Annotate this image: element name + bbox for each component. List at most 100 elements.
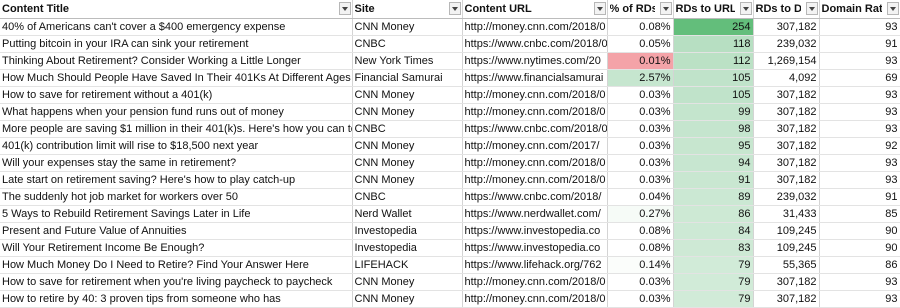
cell-pct-rds[interactable]: 0.03% (607, 103, 674, 121)
cell-pct-rds[interactable]: 0.03% (607, 273, 674, 291)
cell-site[interactable]: Financial Samurai (352, 69, 463, 87)
cell-rds-to-domain[interactable]: 4,092 (753, 69, 820, 87)
cell-rds-to-url[interactable]: 105 (673, 86, 754, 104)
cell-site[interactable]: CNBC (352, 35, 463, 53)
filter-dropdown-icon[interactable] (886, 2, 899, 15)
cell-url[interactable]: http://money.cnn.com/2018/0 (462, 86, 608, 104)
cell-rds-to-url[interactable]: 112 (673, 52, 754, 70)
cell-pct-rds[interactable]: 0.03% (607, 120, 674, 138)
cell-rds-to-url[interactable]: 86 (673, 205, 754, 223)
cell-title[interactable]: How Much Money Do I Need to Retire? Find… (0, 256, 353, 274)
cell-rds-to-domain[interactable]: 1,269,154 (753, 52, 820, 70)
cell-domain-rating[interactable]: 93 (819, 103, 900, 121)
cell-url[interactable]: http://money.cnn.com/2018/0 (462, 171, 608, 189)
cell-pct-rds[interactable]: 0.08% (607, 222, 674, 240)
cell-site[interactable]: CNN Money (352, 137, 463, 155)
cell-rds-to-url[interactable]: 91 (673, 171, 754, 189)
cell-rds-to-url[interactable]: 118 (673, 35, 754, 53)
filter-dropdown-icon[interactable] (338, 2, 351, 15)
cell-title[interactable]: Will Your Retirement Income Be Enough? (0, 239, 353, 257)
filter-dropdown-icon[interactable] (593, 2, 606, 15)
cell-rds-to-domain[interactable]: 307,182 (753, 86, 820, 104)
cell-pct-rds[interactable]: 0.08% (607, 239, 674, 257)
cell-rds-to-domain[interactable]: 55,365 (753, 256, 820, 274)
cell-site[interactable]: CNN Money (352, 154, 463, 172)
cell-pct-rds[interactable]: 0.05% (607, 35, 674, 53)
cell-url[interactable]: https://www.nerdwallet.com/ (462, 205, 608, 223)
cell-site[interactable]: CNN Money (352, 86, 463, 104)
cell-site[interactable]: CNN Money (352, 103, 463, 121)
cell-url[interactable]: https://www.financialsamurai (462, 69, 608, 87)
cell-domain-rating[interactable]: 93 (819, 18, 900, 36)
cell-site[interactable]: Investopedia (352, 239, 463, 257)
cell-rds-to-domain[interactable]: 307,182 (753, 171, 820, 189)
cell-site[interactable]: CNBC (352, 120, 463, 138)
cell-pct-rds[interactable]: 0.14% (607, 256, 674, 274)
cell-rds-to-url[interactable]: 99 (673, 103, 754, 121)
cell-url[interactable]: https://www.cnbc.com/2018/0 (462, 120, 608, 138)
cell-title[interactable]: Putting bitcoin in your IRA can sink you… (0, 35, 353, 53)
cell-rds-to-domain[interactable]: 31,433 (753, 205, 820, 223)
cell-rds-to-domain[interactable]: 307,182 (753, 290, 820, 308)
cell-title[interactable]: 40% of Americans can't cover a $400 emer… (0, 18, 353, 36)
filter-dropdown-icon[interactable] (659, 2, 672, 15)
cell-rds-to-url[interactable]: 89 (673, 188, 754, 206)
cell-url[interactable]: http://money.cnn.com/2018/0 (462, 154, 608, 172)
cell-title[interactable]: Will your expenses stay the same in reti… (0, 154, 353, 172)
cell-url[interactable]: https://www.investopedia.co (462, 239, 608, 257)
cell-domain-rating[interactable]: 85 (819, 205, 900, 223)
cell-rds-to-domain[interactable]: 307,182 (753, 103, 820, 121)
cell-url[interactable]: https://www.lifehack.org/762 (462, 256, 608, 274)
cell-domain-rating[interactable]: 93 (819, 86, 900, 104)
cell-domain-rating[interactable]: 93 (819, 290, 900, 308)
cell-pct-rds[interactable]: 0.04% (607, 188, 674, 206)
cell-pct-rds[interactable]: 0.27% (607, 205, 674, 223)
cell-rds-to-domain[interactable]: 307,182 (753, 273, 820, 291)
cell-rds-to-url[interactable]: 79 (673, 256, 754, 274)
cell-rds-to-domain[interactable]: 109,245 (753, 239, 820, 257)
cell-pct-rds[interactable]: 0.03% (607, 290, 674, 308)
cell-pct-rds[interactable]: 0.08% (607, 18, 674, 36)
cell-title[interactable]: How to save for retirement when you're l… (0, 273, 353, 291)
cell-domain-rating[interactable]: 93 (819, 171, 900, 189)
cell-domain-rating[interactable]: 91 (819, 188, 900, 206)
cell-rds-to-url[interactable]: 79 (673, 273, 754, 291)
cell-pct-rds[interactable]: 2.57% (607, 69, 674, 87)
cell-url[interactable]: https://www.cnbc.com/2018/0 (462, 35, 608, 53)
cell-title[interactable]: Present and Future Value of Annuities (0, 222, 353, 240)
cell-site[interactable]: CNN Money (352, 18, 463, 36)
cell-pct-rds[interactable]: 0.03% (607, 154, 674, 172)
cell-title[interactable]: How to retire by 40: 3 proven tips from … (0, 290, 353, 308)
cell-rds-to-domain[interactable]: 239,032 (753, 188, 820, 206)
cell-rds-to-domain[interactable]: 307,182 (753, 120, 820, 138)
cell-rds-to-domain[interactable]: 307,182 (753, 18, 820, 36)
cell-rds-to-url[interactable]: 254 (673, 18, 754, 36)
cell-domain-rating[interactable]: 93 (819, 120, 900, 138)
cell-pct-rds[interactable]: 0.03% (607, 137, 674, 155)
cell-domain-rating[interactable]: 69 (819, 69, 900, 87)
cell-site[interactable]: CNBC (352, 188, 463, 206)
cell-title[interactable]: Thinking About Retirement? Consider Work… (0, 52, 353, 70)
cell-rds-to-url[interactable]: 79 (673, 290, 754, 308)
cell-url[interactable]: http://money.cnn.com/2018/0 (462, 290, 608, 308)
cell-rds-to-url[interactable]: 83 (673, 239, 754, 257)
cell-rds-to-domain[interactable]: 307,182 (753, 154, 820, 172)
cell-domain-rating[interactable]: 91 (819, 35, 900, 53)
cell-pct-rds[interactable]: 0.03% (607, 171, 674, 189)
cell-domain-rating[interactable]: 93 (819, 154, 900, 172)
cell-title[interactable]: Late start on retirement saving? Here's … (0, 171, 353, 189)
cell-title[interactable]: 5 Ways to Rebuild Retirement Savings Lat… (0, 205, 353, 223)
cell-site[interactable]: CNN Money (352, 273, 463, 291)
cell-title[interactable]: How Much Should People Have Saved In The… (0, 69, 353, 87)
cell-url[interactable]: https://www.nytimes.com/20 (462, 52, 608, 70)
cell-rds-to-url[interactable]: 94 (673, 154, 754, 172)
cell-rds-to-url[interactable]: 98 (673, 120, 754, 138)
cell-site[interactable]: CNN Money (352, 171, 463, 189)
cell-pct-rds[interactable]: 0.01% (607, 52, 674, 70)
cell-title[interactable]: 401(k) contribution limit will rise to $… (0, 137, 353, 155)
cell-pct-rds[interactable]: 0.03% (607, 86, 674, 104)
cell-url[interactable]: https://www.cnbc.com/2018/ (462, 188, 608, 206)
cell-site[interactable]: New York Times (352, 52, 463, 70)
filter-dropdown-icon[interactable] (739, 2, 752, 15)
cell-rds-to-domain[interactable]: 307,182 (753, 137, 820, 155)
